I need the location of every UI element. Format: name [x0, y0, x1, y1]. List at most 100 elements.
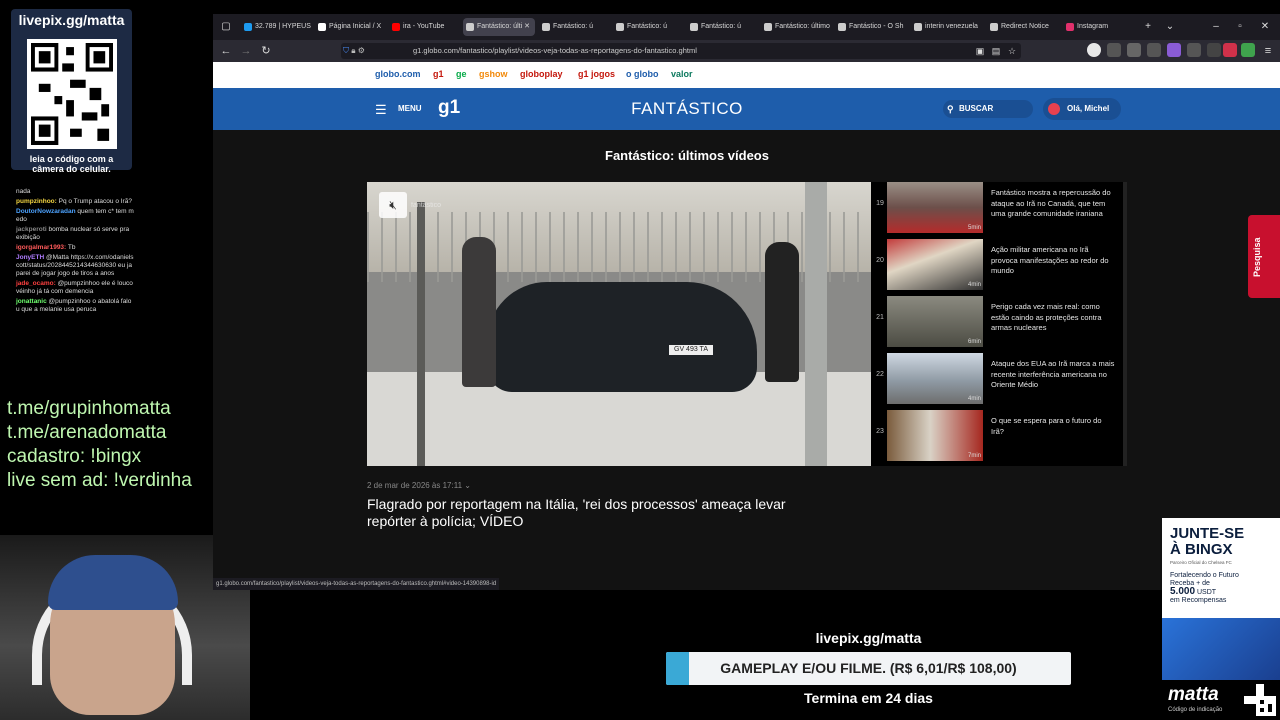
- chat-message: jackperoti bomba nuclear só serve pra ex…: [16, 226, 134, 242]
- browser-tab[interactable]: ira - YouTube: [389, 18, 459, 36]
- browser-tab[interactable]: Fantástico: último: [761, 18, 831, 36]
- playlist: 19 5min Fantástico mostra a repercussão …: [871, 182, 1127, 466]
- stream-chat: nada pumpzinhoo: Pq o Trump atacou o Irã…: [16, 188, 134, 316]
- browser-tab[interactable]: Fantástico - O Sh: [835, 18, 907, 36]
- ge-link[interactable]: ge: [456, 69, 467, 79]
- extension-icon[interactable]: [1223, 43, 1237, 57]
- permissions-icon[interactable]: ⚙: [358, 46, 365, 55]
- browser-tab[interactable]: Fantástico: ú: [613, 18, 683, 36]
- globo-favicon-icon: [542, 23, 550, 31]
- playlist-number: 19: [876, 200, 884, 207]
- browser-tab[interactable]: Instagram: [1063, 18, 1135, 36]
- chat-text: Pq o Trump atacou o Irã?: [58, 198, 132, 205]
- extension-icon[interactable]: [1087, 43, 1101, 57]
- survey-side-tab[interactable]: Pesquisa: [1248, 215, 1280, 298]
- avatar: [1048, 103, 1060, 115]
- ad-title-line: À BINGX: [1170, 541, 1233, 558]
- g1-header: ☰ MENU g1 FANTÁSTICO ⚲ BUSCAR Olá, Michel: [213, 88, 1280, 130]
- minimize-icon[interactable]: –: [1207, 18, 1225, 36]
- tab-overview-icon[interactable]: ▢: [217, 18, 235, 36]
- gshow-link[interactable]: gshow: [479, 69, 508, 79]
- chevron-down-icon[interactable]: ⌄: [1161, 18, 1179, 36]
- chat-username: pumpzinhoo:: [16, 198, 57, 205]
- playlist-number: 22: [876, 371, 884, 378]
- extension-icon[interactable]: [1107, 43, 1121, 57]
- g1-jogos-link[interactable]: g1 jogos: [578, 69, 615, 79]
- globo-link[interactable]: globo.com: [375, 69, 421, 79]
- new-tab-icon[interactable]: +: [1139, 18, 1157, 36]
- donation-goal-label: GAMEPLAY E/OU FILME. (R$ 6,01/R$ 108,00): [720, 660, 1017, 676]
- extension-icon[interactable]: [1147, 43, 1161, 57]
- browser-tab[interactable]: 32.789 | HYPEUS: [241, 18, 311, 36]
- user-account-button[interactable]: Olá, Michel: [1043, 98, 1121, 120]
- globoplay-link[interactable]: globoplay: [520, 69, 563, 79]
- tab-close-icon[interactable]: ✕: [524, 23, 530, 30]
- globo-favicon-icon: [466, 23, 474, 31]
- browser-tab[interactable]: Fantástico: ú: [687, 18, 757, 36]
- address-bar[interactable]: g1.globo.com/fantastico/playlist/videos-…: [341, 43, 1021, 59]
- section-title: Fantástico: últimos vídeos: [605, 148, 769, 163]
- playlist-number: 20: [876, 257, 884, 264]
- lock-icon[interactable]: 🔒︎: [351, 46, 355, 55]
- browser-tab[interactable]: Página Inicial / X: [315, 18, 385, 36]
- status-bar-url: g1.globo.com/fantastico/playlist/videos-…: [213, 578, 500, 590]
- hamburger-menu-icon[interactable]: ≡: [1259, 42, 1277, 60]
- chat-message: jade_ocamo: @pumpzinhoo ele é louco véin…: [16, 280, 134, 296]
- close-window-icon[interactable]: ✕: [1256, 18, 1274, 36]
- chat-message: igorgalmar1993: Tb: [16, 244, 134, 252]
- playlist-item[interactable]: 21 6min Perigo cada vez mais real: como …: [871, 296, 1127, 353]
- extension-icon[interactable]: [1207, 43, 1221, 57]
- search-button[interactable]: ⚲ BUSCAR: [943, 100, 1033, 118]
- url-text: g1.globo.com/fantastico/playlist/videos-…: [413, 46, 697, 55]
- extension-icon[interactable]: [1241, 43, 1255, 57]
- browser-tab[interactable]: interin venezuela: [911, 18, 983, 36]
- ad-text: em Recompensas: [1170, 597, 1227, 604]
- playlist-title: O que se espera para o futuro do Irã?: [991, 416, 1102, 436]
- extension-icon[interactable]: [1187, 43, 1201, 57]
- qr-caption: leia o código com a câmera do celular.: [29, 154, 114, 174]
- ad-subtitle: Parceiro Oficial do Chelsea FC: [1170, 560, 1232, 565]
- shield-icon[interactable]: ⛉: [343, 46, 349, 55]
- stream-left-panel: livepix.gg/matta leia o código com a câm…: [0, 0, 250, 720]
- tab-label: Fantástico: ú: [553, 23, 594, 30]
- video-scene-car: [487, 282, 757, 392]
- x-favicon-icon: [244, 23, 252, 31]
- mute-icon[interactable]: 🔇︎: [379, 192, 407, 218]
- browser-tab-active[interactable]: Fantástico: últi ✕: [463, 18, 535, 36]
- video-thumbnail: 5min: [887, 182, 983, 233]
- playlist-item[interactable]: 20 4min Ação militar americana no Irã pr…: [871, 239, 1127, 296]
- ad-currency: USDT: [1196, 589, 1217, 596]
- chevron-down-icon[interactable]: ⌄: [464, 481, 471, 490]
- navigation-bar: ← → ↻ g1.globo.com/fantastico/playlist/v…: [213, 40, 1280, 62]
- video-duration: 6min: [967, 339, 981, 345]
- tab-bar: ▢ 32.789 | HYPEUS Página Inicial / X ira…: [213, 14, 1280, 40]
- browser-tab[interactable]: Redirect Notice: [987, 18, 1059, 36]
- back-icon[interactable]: ←: [217, 42, 235, 60]
- reload-icon[interactable]: ↻: [257, 42, 275, 60]
- valor-link[interactable]: valor: [671, 69, 693, 79]
- forward-icon[interactable]: →: [237, 42, 255, 60]
- maximize-icon[interactable]: ▫: [1231, 18, 1249, 36]
- video-duration: 7min: [967, 453, 981, 459]
- extension-icon[interactable]: [1167, 43, 1181, 57]
- playlist-item[interactable]: 23 7min O que se espera para o futuro do…: [871, 410, 1127, 467]
- playlist-scrollbar[interactable]: [1123, 182, 1127, 466]
- tab-label: 32.789 | HYPEUS: [255, 23, 311, 30]
- video-thumbnail: 4min: [887, 353, 983, 404]
- matta-logo: matta: [1168, 684, 1219, 705]
- browser-tab[interactable]: Fantástico: ú: [539, 18, 609, 36]
- bookmark-star-icon[interactable]: ☆: [1003, 42, 1021, 60]
- web-page: globo.com g1 ge gshow globoplay g1 jogos…: [213, 62, 1280, 590]
- donation-ends: Termina em 24 dias: [804, 690, 933, 706]
- search-icon: ⚲: [947, 104, 954, 114]
- video-thumbnail: 6min: [887, 296, 983, 347]
- extension-icon[interactable]: [1127, 43, 1141, 57]
- g1-link[interactable]: g1: [433, 69, 444, 79]
- playlist-item[interactable]: 22 4min Ataque dos EUA ao Irã marca a ma…: [871, 353, 1127, 410]
- chat-text: Tb: [67, 244, 76, 251]
- video-duration: 4min: [967, 396, 981, 402]
- playlist-item[interactable]: 19 5min Fantástico mostra a repercussão …: [871, 182, 1127, 239]
- video-player[interactable]: GV 493 TA 🔇︎ fantástico: [367, 182, 871, 466]
- screen: livepix.gg/matta leia o código com a câm…: [0, 0, 1280, 720]
- oglobo-link[interactable]: o globo: [626, 69, 659, 79]
